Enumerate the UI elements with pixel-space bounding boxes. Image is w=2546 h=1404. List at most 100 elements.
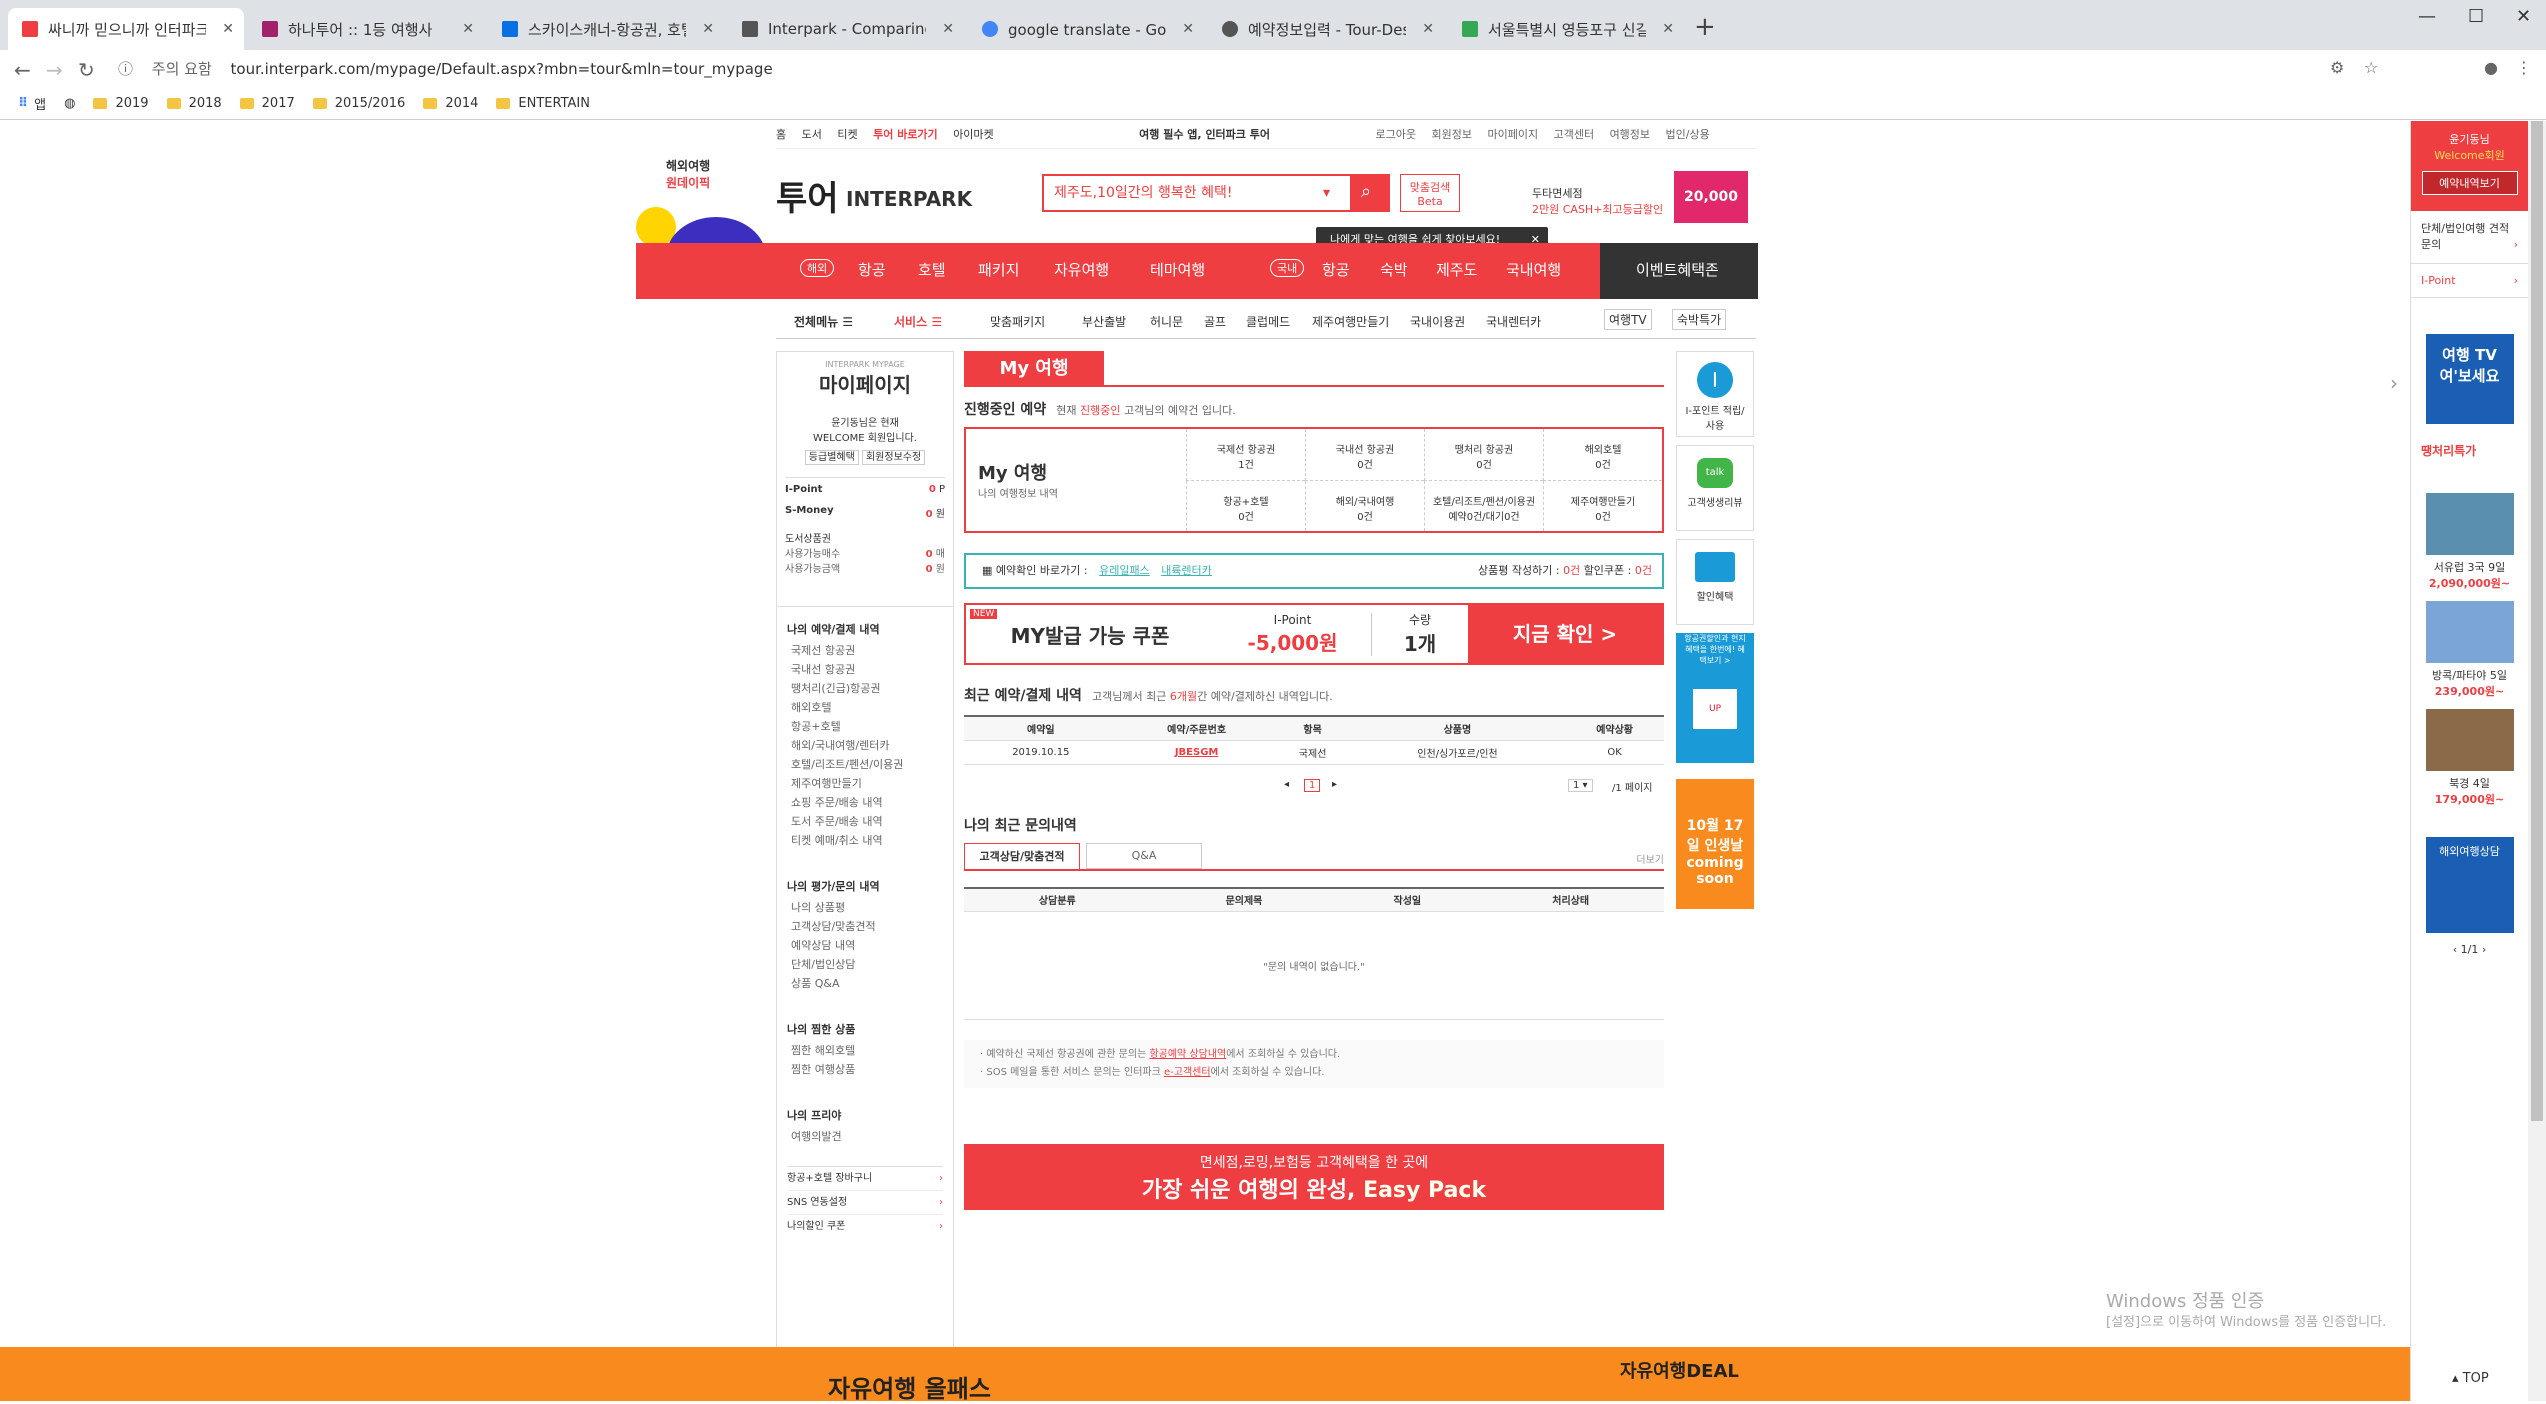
tab-interpark-compare[interactable]: Interpark - Comparing the figur ✕ xyxy=(728,8,964,50)
interpark-logo[interactable]: INTERPARK xyxy=(846,187,972,211)
menu-item[interactable]: 해외/국내여행/렌터카 xyxy=(791,736,943,755)
link-tour[interactable]: 투어 바로가기 xyxy=(873,121,938,149)
coming-soon-banner[interactable]: 10월 17일 인생날 coming soon xyxy=(1676,779,1754,909)
nav-overseas-flight[interactable]: 항공 xyxy=(858,259,886,280)
maximize-button[interactable]: ☐ xyxy=(2468,6,2484,27)
more-link[interactable]: 더보기 xyxy=(1636,851,1664,866)
submenu-domestic-ticket[interactable]: 국내이용권 xyxy=(1410,313,1465,330)
nav-overseas-hotel[interactable]: 호텔 xyxy=(918,259,946,280)
coupon-banner[interactable]: NEW MY발급 가능 쿠폰 I-Point -5,000원 수량 1개 지금 확인… xyxy=(964,603,1664,665)
deal-item[interactable]: 북경 4일 179,000원~ xyxy=(2421,709,2518,807)
nav-domestic-travel[interactable]: 국내여행 xyxy=(1506,259,1561,280)
chevron-down-icon[interactable]: ▾ xyxy=(1323,176,1330,210)
close-icon[interactable]: ✕ xyxy=(1422,21,1434,37)
quick-review[interactable]: talk 고객생생리뷰 xyxy=(1676,445,1754,531)
service-menu-button[interactable]: 서비스 ☰ xyxy=(894,313,942,330)
nav-free-travel[interactable]: 자유여행 xyxy=(1054,259,1109,280)
menu-item[interactable]: 찜한 여행상품 xyxy=(791,1060,943,1079)
footer-banner[interactable]: 자유여행 올패스 자유여행DEAL xyxy=(0,1347,2410,1403)
menu-item[interactable]: 호텔/리조트/펜션/이용권 xyxy=(791,755,943,774)
chevron-right-icon[interactable]: › xyxy=(2390,371,2398,395)
ipoint-row[interactable]: I-Point 0 P xyxy=(785,477,945,495)
tab-interpark-tour[interactable]: 싸니까 믿으니까 인터파크 투어 ✕ xyxy=(8,8,244,50)
quick-ipoint[interactable]: I I-포인트 적립/사용 xyxy=(1676,351,1754,437)
rentcar-link[interactable]: 내륙렌터카 xyxy=(1161,564,1212,577)
prev-page-icon[interactable]: ◂ xyxy=(1284,779,1289,790)
status-cell[interactable]: 국내선 항공권 0건 xyxy=(1305,429,1424,481)
close-icon[interactable]: ✕ xyxy=(942,21,954,37)
promo-amount-badge[interactable]: 20,000 xyxy=(1674,171,1748,223)
menu-item[interactable]: 티켓 예매/취소 내역 xyxy=(791,831,943,850)
scrollbar-thumb[interactable] xyxy=(2531,121,2543,1121)
link-member-info[interactable]: 회원정보 xyxy=(1431,121,1471,149)
menu-item[interactable]: 단체/법인상담 xyxy=(791,955,943,974)
submenu-clubmed[interactable]: 클럽메드 xyxy=(1246,313,1290,330)
menu-item[interactable]: 나의 상품평 xyxy=(791,898,943,917)
search-button[interactable]: ⌕ xyxy=(1350,174,1390,212)
close-icon[interactable]: ✕ xyxy=(1662,21,1674,37)
link-imarket[interactable]: 아이마켓 xyxy=(953,121,993,149)
sns-link[interactable]: SNS 연동설정 › xyxy=(787,1191,943,1215)
minimize-button[interactable]: — xyxy=(2418,6,2436,27)
nav-lodging[interactable]: 숙박 xyxy=(1380,259,1408,280)
scrollbar[interactable] xyxy=(2528,121,2546,1401)
url-field[interactable]: ⓘ 주의 요함 tour.interpark.com/mypage/Defaul… xyxy=(118,54,2338,84)
smoney-row[interactable]: S-Money 0 원 xyxy=(785,505,945,520)
eurail-link[interactable]: 유레일패스 xyxy=(1099,564,1150,577)
link-books[interactable]: 도서 xyxy=(802,121,822,149)
menu-item[interactable]: 고객상담/맞춤견적 xyxy=(791,917,943,936)
tab-skyscanner[interactable]: 스카이스캐너-항공권, 호텔, 렌트 ✕ xyxy=(488,8,724,50)
new-tab-button[interactable]: + xyxy=(1694,12,1716,42)
more-icon[interactable]: ⋮ xyxy=(2516,58,2532,77)
status-cell[interactable]: 해외/국내여행 0건 xyxy=(1305,480,1424,531)
bookmark-folder[interactable]: 2017 xyxy=(239,96,295,111)
next-page-icon[interactable]: › xyxy=(2482,943,2486,956)
back-button[interactable]: ← xyxy=(14,58,31,82)
link-travel-info[interactable]: 여행정보 xyxy=(1610,121,1650,149)
star-icon[interactable]: ☆ xyxy=(2364,58,2378,77)
status-cell[interactable]: 항공+호텔 0건 xyxy=(1186,480,1305,531)
check-now-button[interactable]: 지금 확인 > xyxy=(1468,605,1662,663)
link-ticket[interactable]: 티켓 xyxy=(837,121,857,149)
forward-button[interactable]: → xyxy=(46,58,63,82)
review-value[interactable]: 0건 xyxy=(1563,564,1580,577)
deal-item[interactable]: 서유럽 3국 9일 2,090,000원~ xyxy=(2421,493,2518,591)
menu-item[interactable]: 쇼핑 주문/배송 내역 xyxy=(791,793,943,812)
menu-item[interactable]: 상품 Q&A xyxy=(791,974,943,993)
link-mypage[interactable]: 마이페이지 xyxy=(1487,121,1538,149)
cart-link[interactable]: 항공+호텔 장바구니 › xyxy=(787,1167,943,1191)
travel-tv-banner[interactable]: 여행 TV 여'보세요 xyxy=(2425,334,2514,424)
quick-discount[interactable]: 할인혜택 xyxy=(1676,539,1754,625)
submenu-golf[interactable]: 골프 xyxy=(1204,313,1226,330)
cell-order-number[interactable]: JBESGM xyxy=(1117,740,1276,765)
page-number[interactable]: 1 xyxy=(1304,778,1321,792)
extension-icon[interactable]: ⚙ xyxy=(2330,58,2344,77)
all-menu-button[interactable]: 전체메뉴 ☰ xyxy=(794,313,853,330)
submenu-custom-package[interactable]: 맞춤패키지 xyxy=(990,313,1045,330)
status-cell[interactable]: 해외호텔 0건 xyxy=(1543,429,1662,481)
menu-item[interactable]: 해외호텔 xyxy=(791,698,943,717)
customer-center-link[interactable]: e-고객센터 xyxy=(1164,1067,1211,1078)
grade-benefit-button[interactable]: 등급별혜택 xyxy=(804,450,859,465)
close-icon[interactable]: ✕ xyxy=(1182,21,1194,37)
next-page-icon[interactable]: ▸ xyxy=(1332,779,1337,790)
menu-item[interactable]: 찜한 해외호텔 xyxy=(791,1041,943,1060)
status-cell[interactable]: 국제선 항공권 1건 xyxy=(1186,429,1305,481)
duty-free-promo[interactable]: 두타면세점 2만원 CASH+최고등급할인 xyxy=(1532,185,1663,217)
unionpay-banner[interactable]: UP 항공권할인과 현지혜택을 한번에! 혜택보기 > xyxy=(1676,633,1754,763)
link-corporate[interactable]: 법인/상용 xyxy=(1666,121,1710,149)
tour-logo[interactable]: 투어 xyxy=(776,171,839,220)
avatar[interactable]: ● xyxy=(2484,58,2498,77)
bookmark-folder[interactable]: 2019 xyxy=(93,96,149,111)
submenu-jeju-make[interactable]: 제주여행만들기 xyxy=(1312,313,1389,330)
top-button[interactable]: ▴ TOP xyxy=(2452,1371,2489,1386)
coupon-value[interactable]: 0건 xyxy=(1635,564,1652,577)
close-icon[interactable]: ✕ xyxy=(222,21,234,37)
search-input[interactable]: 제주도,10일간의 행복한 혜택! ▾ xyxy=(1042,174,1390,212)
menu-item[interactable]: 제주여행만들기 xyxy=(791,774,943,793)
consult-banner[interactable]: 해외여행상담 xyxy=(2425,837,2514,933)
custom-search-button[interactable]: 맞춤검색 Beta xyxy=(1400,174,1460,212)
flight-consult-link[interactable]: 항공예약 상담내역 xyxy=(1149,1049,1226,1060)
menu-item[interactable]: 국제선 항공권 xyxy=(791,641,943,660)
reload-button[interactable]: ↻ xyxy=(78,58,95,82)
